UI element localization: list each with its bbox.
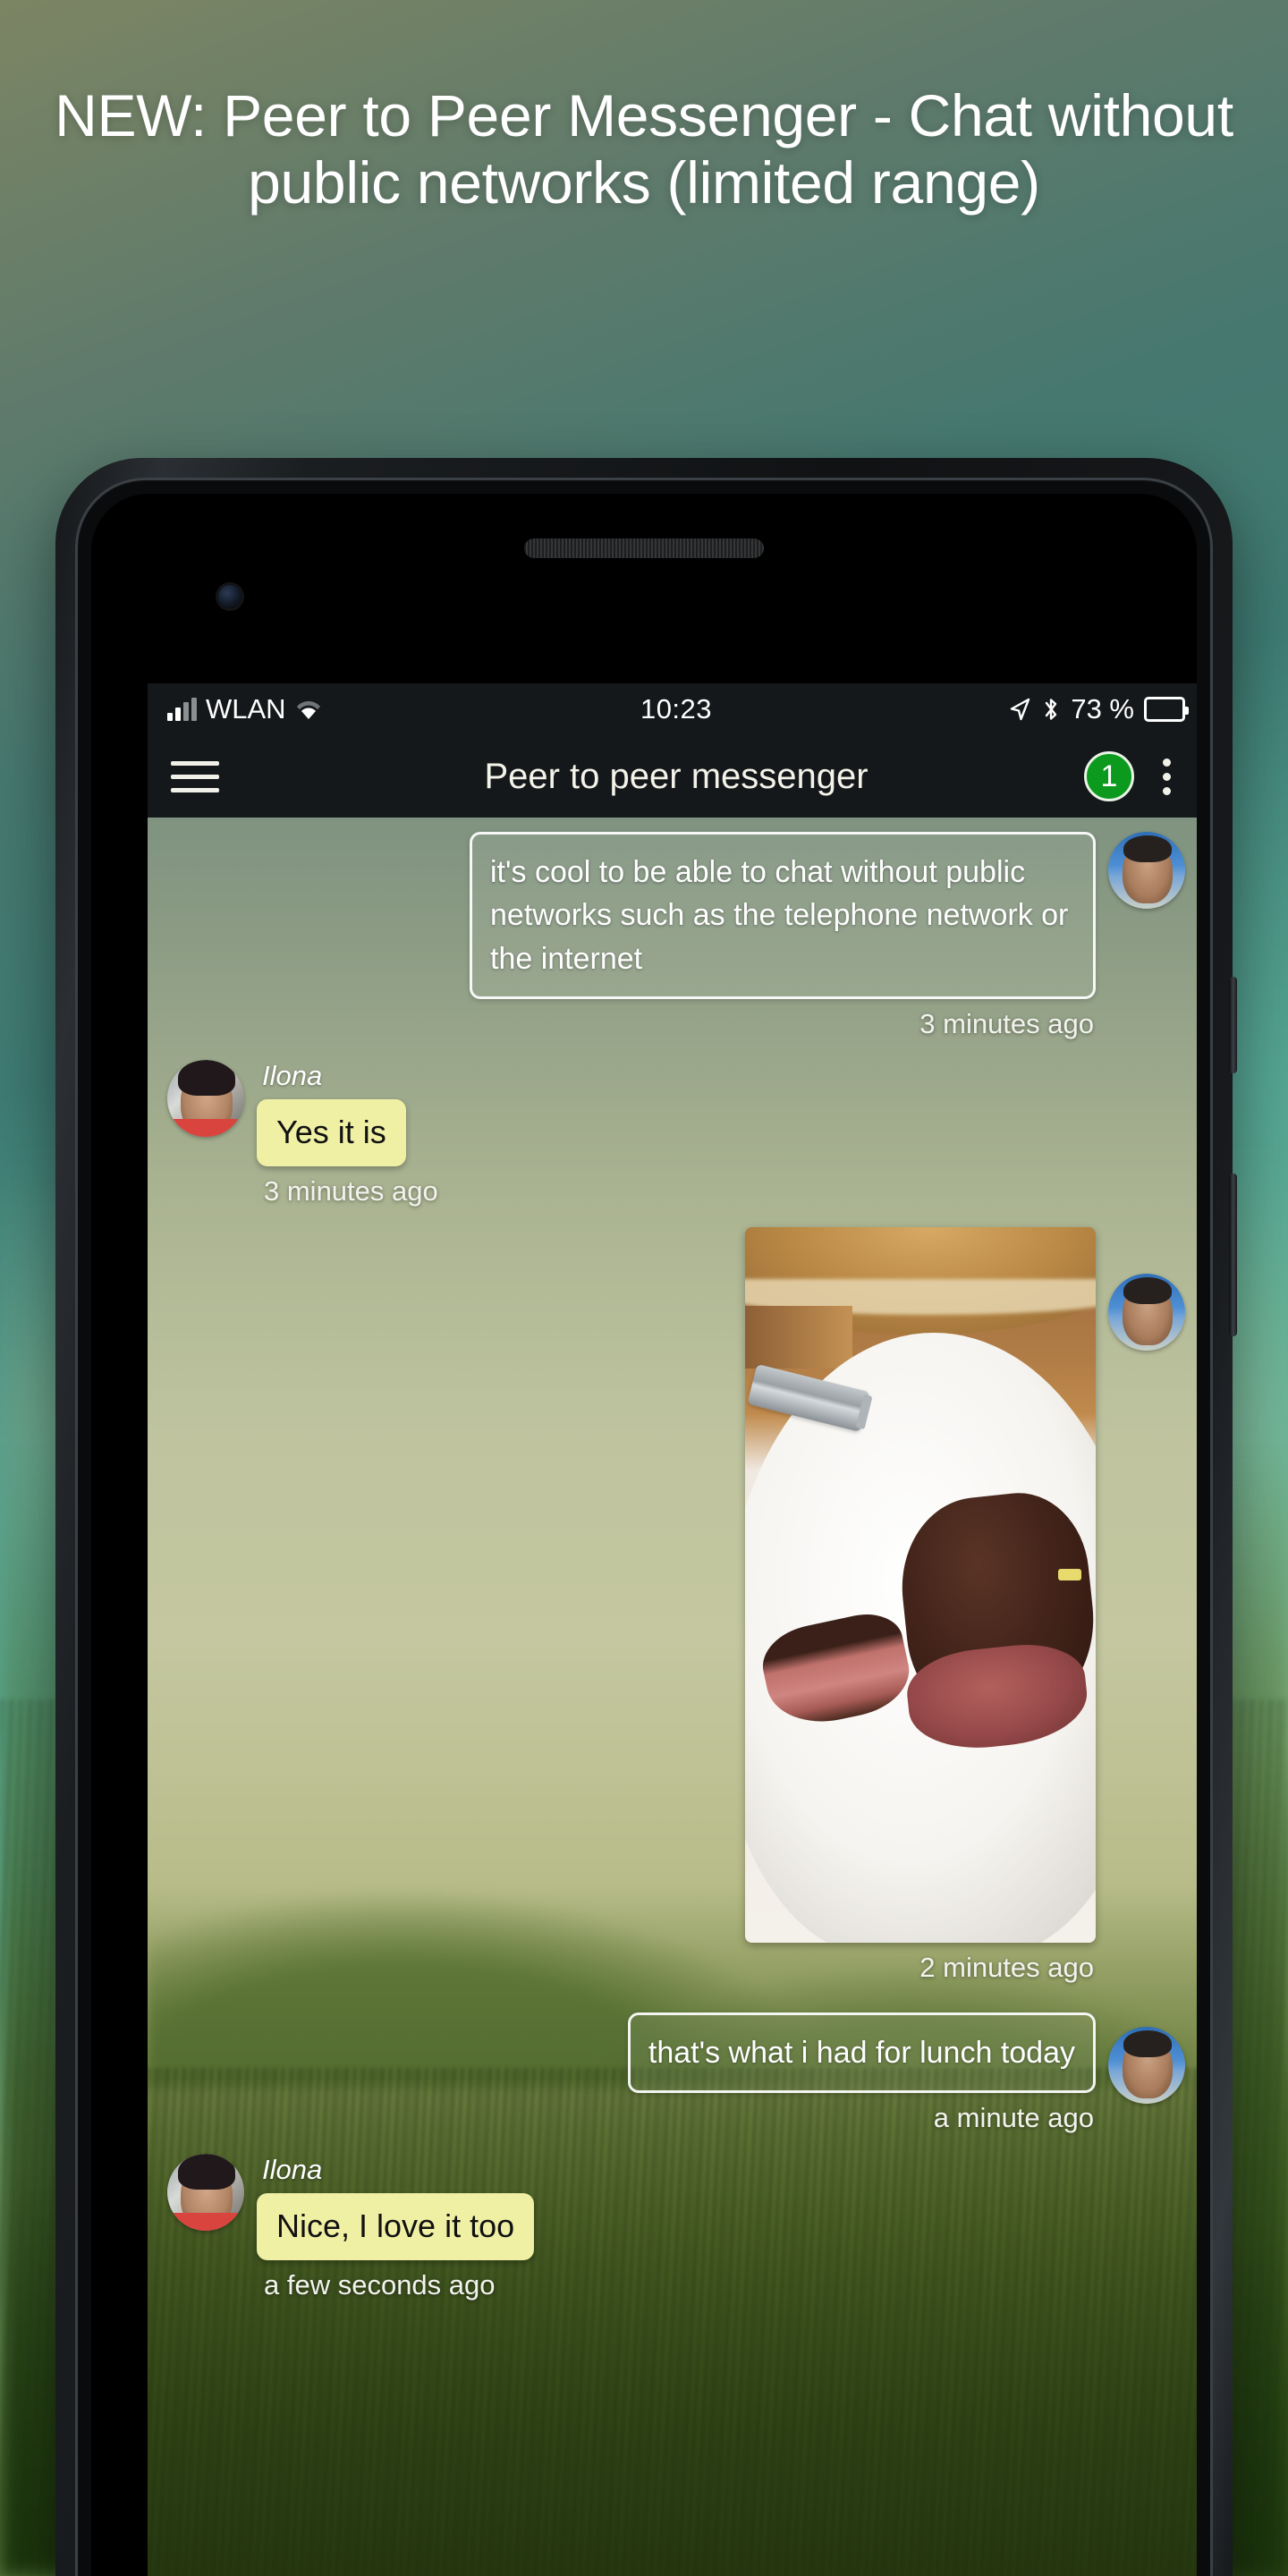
phone-device-frame: WLAN 10:23 73 % Peer to peer messenger 1… [55,458,1237,2576]
hamburger-menu-icon[interactable] [171,760,219,792]
overflow-menu-icon[interactable] [1152,753,1182,801]
message-row[interactable]: 2 minutes ago [167,1226,1185,1984]
message-timestamp: a few seconds ago [264,2268,496,2301]
peer-count-badge[interactable]: 1 [1084,751,1134,801]
message-timestamp: 2 minutes ago [919,1951,1094,1983]
promo-headline: NEW: Peer to Peer Messenger - Chat witho… [55,82,1233,216]
message-photo-steak-image[interactable] [745,1226,1096,1943]
avatar[interactable] [1108,2026,1185,2104]
battery-percent-label: 73 % [1071,693,1134,724]
location-arrow-icon [1011,698,1030,721]
battery-icon [1144,697,1189,722]
message-column: Ilona Yes it is 3 minutes ago [257,1060,438,1208]
message-row[interactable]: that's what i had for lunch today a minu… [167,2012,1185,2134]
photo-butter-layer [1058,1568,1081,1580]
message-bubble-outgoing[interactable]: it's cool to be able to chat without pub… [470,832,1096,999]
app-bar: Peer to peer messenger 1 [148,735,1197,818]
message-sender-name: Ilona [262,1059,323,1091]
power-button[interactable] [1229,977,1237,1073]
status-bar-right: 73 % [1008,693,1189,725]
avatar-shirt [167,2212,244,2231]
avatar[interactable] [167,2153,244,2231]
message-list: it's cool to be able to chat without pub… [148,818,1197,2301]
message-timestamp: 3 minutes ago [919,1007,1094,1039]
front-camera-icon [218,585,242,608]
message-sender-name: Ilona [262,2153,323,2185]
app-bar-actions: 1 [1084,751,1182,801]
message-timestamp: 3 minutes ago [264,1174,438,1207]
avatar[interactable] [1108,832,1185,909]
avatar[interactable] [1108,1273,1185,1351]
message-column: 2 minutes ago [745,1226,1096,1984]
message-timestamp: a minute ago [933,2101,1094,2133]
message-column: Ilona Nice, I love it too a few seconds … [257,2153,535,2301]
message-bubble-incoming[interactable]: Yes it is [257,1098,406,1166]
promo-screenshot: NEW: Peer to Peer Messenger - Chat witho… [0,0,1288,2576]
avatar-shirt [167,1118,244,1137]
volume-button[interactable] [1229,1174,1237,1336]
phone-bezel: WLAN 10:23 73 % Peer to peer messenger 1… [91,494,1197,2576]
photo-placemat-layer [745,1305,852,1368]
bluetooth-icon [1046,699,1057,720]
message-row[interactable]: it's cool to be able to chat without pub… [167,832,1185,1040]
message-column: it's cool to be able to chat without pub… [470,832,1096,1040]
message-column: that's what i had for lunch today a minu… [627,2012,1096,2134]
message-row[interactable]: Ilona Yes it is 3 minutes ago [167,1059,1185,1208]
chat-area[interactable]: it's cool to be able to chat without pub… [148,818,1197,2576]
status-bar: WLAN 10:23 73 % [148,683,1197,735]
message-bubble-outgoing[interactable]: that's what i had for lunch today [627,2012,1096,2093]
message-bubble-incoming[interactable]: Nice, I love it too [257,2192,535,2260]
message-row[interactable]: Ilona Nice, I love it too a few seconds … [167,2153,1185,2301]
app-title: Peer to peer messenger [484,756,869,796]
earpiece-speaker-icon [524,538,764,558]
phone-screen: WLAN 10:23 73 % Peer to peer messenger 1… [148,683,1197,2576]
avatar[interactable] [167,1059,244,1137]
